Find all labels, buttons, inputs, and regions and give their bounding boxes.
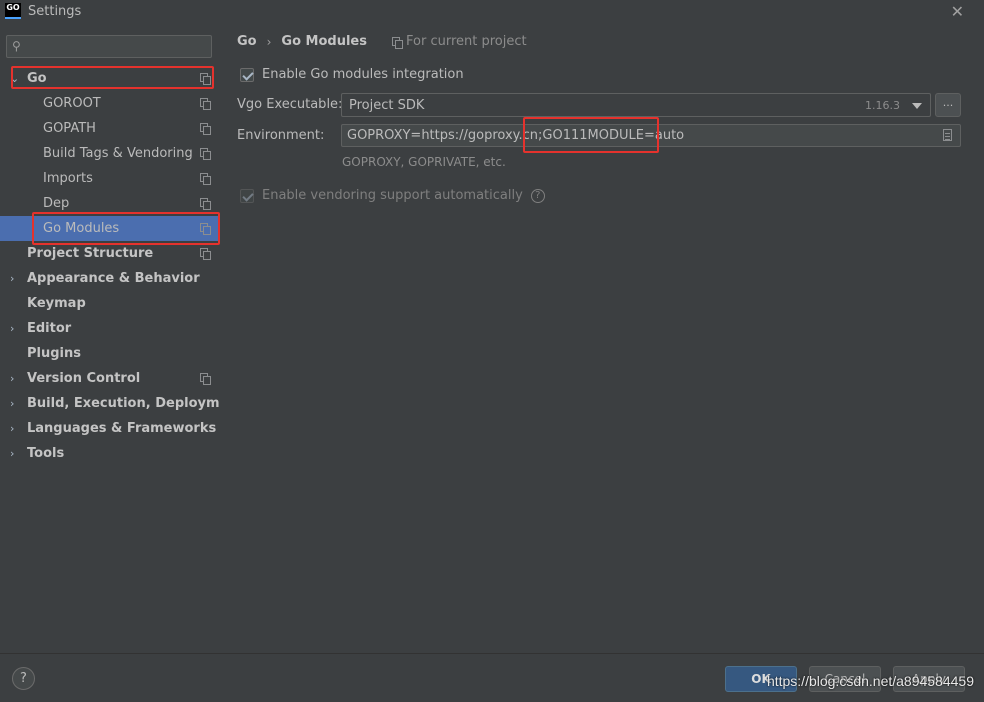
- vgo-executable-value: Project SDK: [349, 98, 425, 113]
- sidebar-item-version-control[interactable]: › Version Control: [0, 366, 220, 391]
- vendoring-checkbox: [240, 188, 254, 203]
- sdk-version: 1.16.3: [865, 99, 900, 112]
- breadcrumb: Go › Go Modules: [237, 34, 367, 49]
- sidebar-item-tools[interactable]: › Tools: [0, 441, 220, 466]
- scope-note-text: For current project: [406, 34, 527, 49]
- project-scope-icon: [200, 73, 211, 85]
- chevron-down-icon[interactable]: ⌄: [10, 72, 20, 85]
- sidebar-item-label: Keymap: [27, 296, 86, 311]
- vgo-executable-label: Vgo Executable:: [237, 97, 343, 112]
- chevron-right-icon[interactable]: ›: [10, 422, 20, 435]
- sidebar-item-keymap[interactable]: Keymap: [0, 291, 220, 316]
- project-scope-icon: [200, 198, 211, 210]
- help-icon[interactable]: ?: [530, 188, 545, 203]
- sidebar-item-dep[interactable]: Dep: [0, 191, 220, 216]
- sidebar-item-label: Dep: [43, 196, 70, 211]
- enable-modules-row[interactable]: Enable Go modules integration: [240, 67, 464, 82]
- browse-button[interactable]: ...: [935, 93, 961, 117]
- breadcrumb-current: Go Modules: [281, 34, 367, 49]
- sidebar-item-label: Editor: [27, 321, 72, 336]
- project-scope-icon: [200, 98, 211, 110]
- sidebar-item-label: GOPATH: [43, 121, 96, 136]
- environment-hint: GOPROXY, GOPRIVATE, etc.: [342, 155, 506, 169]
- project-scope-icon: [200, 173, 211, 185]
- dropdown-arrow-icon[interactable]: [912, 103, 922, 109]
- sidebar-item-label: Go Modules: [43, 221, 120, 236]
- project-scope-icon: [200, 223, 211, 235]
- sidebar-item-go[interactable]: ⌄ Go: [0, 66, 220, 91]
- sidebar-item-editor[interactable]: › Editor: [0, 316, 220, 341]
- sidebar-item-label: Languages & Frameworks: [27, 421, 217, 436]
- search-icon: ⚲: [12, 39, 21, 53]
- sidebar-item-label: Build Tags & Vendoring: [43, 146, 193, 161]
- window-title: Settings: [28, 4, 82, 19]
- edit-environment-icon[interactable]: [943, 129, 952, 141]
- close-icon[interactable]: ✕: [951, 2, 964, 21]
- project-scope-icon: [200, 148, 211, 160]
- sidebar-item-label: GOROOT: [43, 96, 101, 111]
- vendoring-row: Enable vendoring support automatically ?: [240, 188, 545, 203]
- sidebar-item-appearance[interactable]: › Appearance & Behavior: [0, 266, 220, 291]
- vendoring-label: Enable vendoring support automatically: [262, 188, 523, 203]
- settings-sidebar: ⚲ ⌄ Go GOROOT GOPATH Build Tags & Vendor…: [0, 24, 244, 653]
- sidebar-item-plugins[interactable]: Plugins: [0, 341, 220, 366]
- project-scope-icon: [200, 373, 211, 385]
- settings-content: Go › Go Modules For current project Enab…: [220, 24, 980, 653]
- enable-modules-checkbox[interactable]: [240, 67, 254, 82]
- sidebar-item-label: Tools: [27, 446, 65, 461]
- breadcrumb-parent: Go: [237, 34, 257, 49]
- chevron-right-icon[interactable]: ›: [10, 322, 20, 335]
- sidebar-item-imports[interactable]: Imports: [0, 166, 220, 191]
- sidebar-item-label: Go: [27, 71, 47, 86]
- sidebar-item-languages[interactable]: › Languages & Frameworks: [0, 416, 220, 441]
- sidebar-item-project-structure[interactable]: Project Structure: [0, 241, 220, 266]
- chevron-right-icon[interactable]: ›: [10, 397, 20, 410]
- scope-note: For current project: [392, 34, 527, 49]
- sidebar-item-label: Build, Execution, Deployment: [27, 396, 244, 411]
- environment-label: Environment:: [237, 128, 325, 143]
- settings-search-box[interactable]: ⚲: [6, 35, 212, 58]
- sidebar-item-build-execution[interactable]: › Build, Execution, Deployment: [0, 391, 244, 416]
- environment-field[interactable]: GOPROXY=https://goproxy.cn;GO111MODULE=a…: [341, 124, 961, 147]
- title-bar: GO Settings ✕: [0, 0, 984, 24]
- sidebar-item-label: Imports: [43, 171, 93, 186]
- sidebar-item-gopath[interactable]: GOPATH: [0, 116, 220, 141]
- goland-app-icon: GO: [5, 3, 21, 19]
- environment-value: GOPROXY=https://goproxy.cn;GO111MODULE=a…: [347, 128, 685, 143]
- search-input[interactable]: [31, 38, 209, 55]
- chevron-right-icon[interactable]: ›: [10, 272, 20, 285]
- sidebar-item-label: Project Structure: [27, 246, 154, 261]
- sidebar-item-label: Version Control: [27, 371, 141, 386]
- sidebar-item-goroot[interactable]: GOROOT: [0, 91, 220, 116]
- chevron-right-icon[interactable]: ›: [10, 372, 20, 385]
- chevron-right-icon[interactable]: ›: [10, 447, 20, 460]
- sidebar-item-go-modules[interactable]: Go Modules: [0, 216, 220, 241]
- project-scope-icon: [200, 248, 211, 260]
- sidebar-item-label: Appearance & Behavior: [27, 271, 200, 286]
- breadcrumb-separator: ›: [266, 34, 272, 49]
- help-button[interactable]: ?: [12, 667, 35, 690]
- watermark-text: https://blog.csdn.net/a894584459: [766, 673, 974, 689]
- enable-modules-label: Enable Go modules integration: [262, 67, 464, 82]
- project-scope-icon: [200, 123, 211, 135]
- project-scope-icon: [392, 36, 403, 49]
- sidebar-item-build-tags[interactable]: Build Tags & Vendoring: [0, 141, 220, 166]
- dialog-footer: ? OK Cancel Apply https://blog.csdn.net/…: [0, 653, 984, 702]
- sidebar-item-label: Plugins: [27, 346, 81, 361]
- vgo-executable-select[interactable]: Project SDK 1.16.3: [341, 93, 931, 117]
